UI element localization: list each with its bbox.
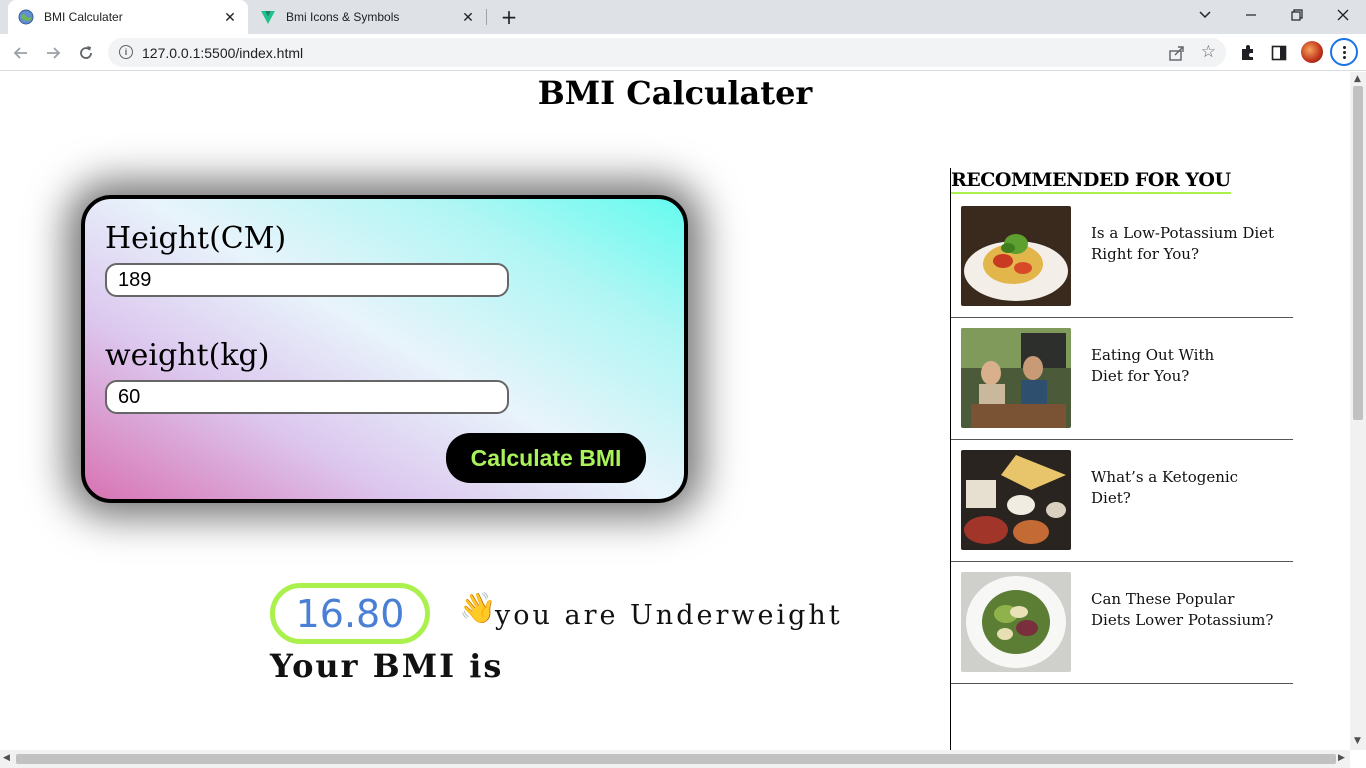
weight-label: weight(kg) [105,338,270,373]
close-window-button[interactable] [1320,0,1366,30]
title-line: What’s a Ketogenic [1091,468,1239,486]
bmi-form-card: Height(CM) 189 weight(kg) 60 Calculate B… [81,195,688,503]
recommended-item[interactable]: Can These Popular Diets Lower Potassium? [951,562,1293,684]
page-viewport: BMI Calculater Height(CM) 189 weight(kg)… [0,72,1350,750]
browser-menu-icon[interactable] [1330,38,1358,66]
url-text: 127.0.0.1:5500/index.html [142,45,304,61]
restaurant-couple-image [961,328,1071,428]
new-tab-button[interactable]: + [498,5,520,29]
recommended-item-title: Is a Low-Potassium Diet Right for You? [1091,223,1281,265]
recommended-item-title: Eating Out With Diet for You? [1091,345,1281,387]
scroll-up-arrow-icon[interactable]: ▲ [1354,74,1361,84]
share-icon[interactable] [1168,44,1186,62]
forward-button[interactable] [39,39,67,67]
vertical-scrollbar[interactable]: ▲ ▼ [1350,72,1366,750]
vuetify-icon [260,9,276,25]
vertical-scroll-thumb[interactable] [1353,86,1363,420]
browser-toolbar: i 127.0.0.1:5500/index.html ☆ [0,34,1366,71]
scroll-down-arrow-icon[interactable]: ▼ [1354,736,1361,746]
salad-bowl-image [961,572,1071,672]
weight-input[interactable]: 60 [105,380,509,414]
title-line: Can These Popular [1091,590,1235,608]
tab-bmi-calculater[interactable]: BMI Calculater ✕ [8,0,248,34]
side-panel-icon[interactable] [1268,42,1290,64]
tab-bmi-icons[interactable]: Bmi Icons & Symbols ✕ [250,0,486,34]
site-info-icon[interactable]: i [119,45,133,59]
bmi-value-badge: 16.80 [270,583,430,644]
recommended-heading: RECOMMENDED FOR YOU [951,168,1231,194]
scroll-right-arrow-icon[interactable]: ▶ [1338,753,1345,763]
tab-title: BMI Calculater [44,10,123,24]
recommended-item-title: What’s a Ketogenic Diet? [1091,467,1281,509]
profile-avatar[interactable] [1301,41,1323,63]
title-line: Eating Out With [1091,346,1215,364]
recommended-item[interactable]: Eating Out With Diet for You? [951,318,1293,440]
title-line: Diet? [1091,489,1131,507]
tab-separator [486,9,487,25]
title-line: Diets Lower Potassium? [1091,611,1274,629]
scroll-left-arrow-icon[interactable]: ◀ [3,753,10,763]
tab-search-icon[interactable] [1182,0,1228,30]
back-button[interactable] [7,39,35,67]
height-input[interactable]: 189 [105,263,509,297]
address-bar[interactable]: i 127.0.0.1:5500/index.html ☆ [108,38,1226,67]
recommended-item[interactable]: What’s a Ketogenic Diet? [951,440,1293,562]
reload-button[interactable] [72,39,100,67]
recommended-item-title: Can These Popular Diets Lower Potassium? [1091,589,1281,631]
bookmark-star-icon[interactable]: ☆ [1201,42,1216,62]
tab-strip: BMI Calculater ✕ Bmi Icons & Symbols ✕ + [0,0,1366,34]
pasta-dish-image [961,206,1071,306]
title-line: Right for You? [1091,245,1200,263]
title-line: Diet for You? [1091,367,1190,385]
horizontal-scrollbar[interactable]: ◀ ▶ [0,750,1350,768]
recommended-item[interactable]: Is a Low-Potassium Diet Right for You? [951,196,1293,318]
horizontal-scroll-thumb[interactable] [16,754,1336,764]
close-tab-icon[interactable]: ✕ [458,7,478,27]
calculate-bmi-button[interactable]: Calculate BMI [446,433,646,483]
waving-hand-icon: 👋 [459,591,497,626]
page-title: BMI Calculater [537,74,813,112]
globe-icon [18,9,34,25]
close-tab-icon[interactable]: ✕ [220,7,240,27]
your-bmi-caption: Your BMI is [270,647,504,685]
tab-title: Bmi Icons & Symbols [286,10,400,24]
restore-button[interactable] [1274,0,1320,30]
extensions-puzzle-icon[interactable] [1237,42,1259,64]
bmi-status-text: you are Underweight [495,600,843,631]
recommended-panel: RECOMMENDED FOR YOU Is a Low-Potassium D… [950,168,1294,750]
height-label: Height(CM) [105,221,287,256]
title-line: Is a Low-Potassium Diet [1091,224,1275,242]
minimize-button[interactable] [1228,0,1274,30]
ketogenic-foods-image [961,450,1071,550]
